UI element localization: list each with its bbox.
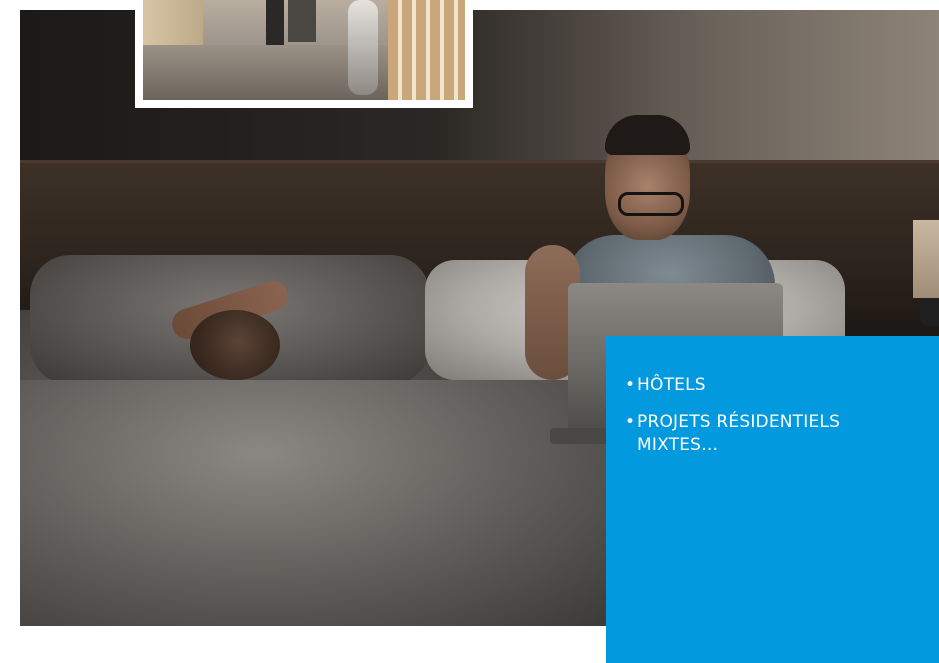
list-item-label: HÔTELS (637, 375, 706, 395)
glasses-icon (618, 192, 684, 216)
bullet-icon: • (625, 412, 636, 432)
inset-photo (143, 0, 465, 100)
list-item: • HÔTELS (625, 374, 919, 397)
list-item: • PROJETS RÉSIDENTIELS MIXTES… (625, 411, 919, 457)
man-hair (605, 115, 690, 155)
suitcase-icon (288, 0, 316, 42)
bullet-list: • HÔTELS • PROJETS RÉSIDENTIELS MIXTES… (625, 374, 919, 457)
sleeping-woman (190, 310, 280, 380)
list-item-label: PROJETS RÉSIDENTIELS MIXTES… (637, 412, 841, 455)
lamp-base (920, 298, 939, 326)
walking-person (348, 0, 378, 95)
duvet (20, 380, 620, 626)
info-panel: • HÔTELS • PROJETS RÉSIDENTIELS MIXTES… (606, 336, 939, 663)
bullet-icon: • (625, 375, 636, 395)
bedside-lamp (913, 220, 939, 298)
corridor-right-wall (388, 0, 465, 100)
inset-photo-frame (135, 0, 473, 108)
traveler-legs (266, 0, 284, 45)
headboard-edge (20, 160, 939, 163)
